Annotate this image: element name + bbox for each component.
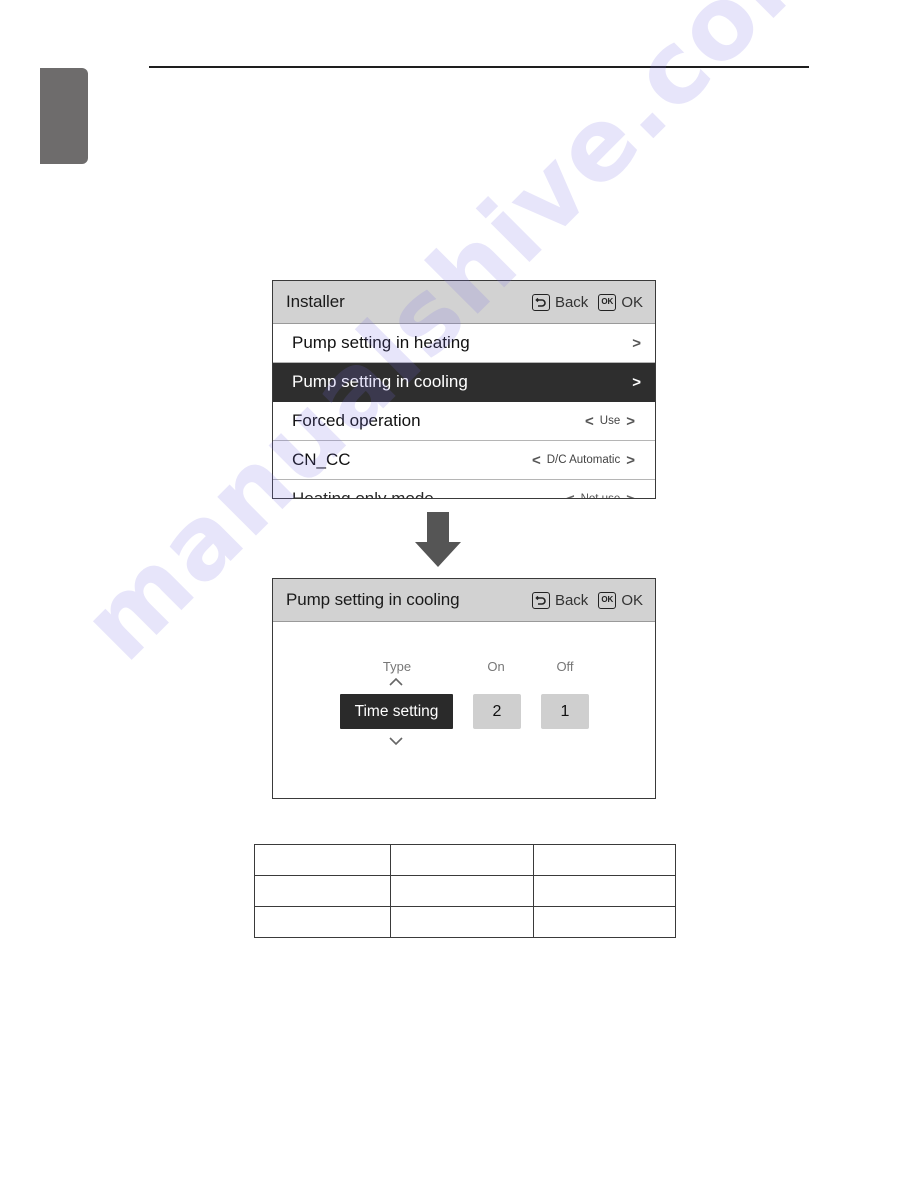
value-selector[interactable]: < Use > xyxy=(579,413,641,430)
chevron-left-icon[interactable]: < xyxy=(532,452,541,469)
table-row xyxy=(254,906,676,938)
table-cell xyxy=(254,844,391,876)
chevron-right-icon[interactable]: > xyxy=(626,413,635,430)
top-rule-divider xyxy=(149,66,809,68)
chevron-right-icon: > xyxy=(632,373,641,391)
caret-down-icon[interactable] xyxy=(388,736,404,746)
on-value-field[interactable]: 2 xyxy=(473,694,521,729)
table-cell xyxy=(533,875,676,907)
type-column-label: Type xyxy=(382,659,412,674)
menu-item-forced-operation[interactable]: Forced operation < Use > xyxy=(273,402,655,441)
type-selector[interactable]: Time setting xyxy=(340,694,453,729)
caret-up-icon[interactable] xyxy=(388,677,404,687)
chevron-right-icon[interactable]: > xyxy=(626,452,635,469)
back-icon xyxy=(531,591,550,609)
ok-label: OK xyxy=(621,591,643,609)
table-cell xyxy=(389,875,535,907)
menu-item-label: Pump setting in heating xyxy=(292,333,470,352)
value-selector[interactable]: < Not use > xyxy=(560,491,641,499)
chevron-right-icon[interactable]: > xyxy=(626,491,635,499)
menu-item-label: CN_CC xyxy=(292,450,351,469)
back-label: Back xyxy=(554,591,589,609)
installer-title: Installer xyxy=(286,292,345,311)
back-icon xyxy=(531,293,550,311)
ok-icon: OK xyxy=(598,293,617,311)
value-text: Use xyxy=(599,415,621,427)
table-row xyxy=(254,875,676,907)
installer-header: Installer Back OK OK xyxy=(273,281,655,324)
menu-item-pump-heating[interactable]: Pump setting in heating > xyxy=(273,324,655,363)
settings-table xyxy=(254,844,676,938)
ok-icon: OK xyxy=(598,591,617,609)
installer-screen: Installer Back OK OK Pump setting in hea… xyxy=(272,280,656,499)
table-row xyxy=(254,844,676,876)
table-cell xyxy=(254,906,391,938)
arrow-down-icon xyxy=(415,512,461,567)
table-cell xyxy=(254,875,391,907)
menu-item-label: Forced operation xyxy=(292,411,421,430)
chevron-left-icon[interactable]: < xyxy=(585,413,594,430)
ok-button[interactable]: OK OK xyxy=(598,591,643,609)
table-cell xyxy=(389,906,535,938)
pump-cooling-header: Pump setting in cooling Back OK OK xyxy=(273,579,655,622)
ok-button[interactable]: OK OK xyxy=(598,293,643,311)
back-button[interactable]: Back xyxy=(531,293,589,311)
value-text: D/C Automatic xyxy=(546,454,621,466)
chapter-side-tab xyxy=(40,68,88,164)
menu-item-label: Heating only mode xyxy=(292,489,434,499)
pump-cooling-screen: Pump setting in cooling Back OK OK Type … xyxy=(272,578,656,799)
off-column-label: Off xyxy=(556,659,574,674)
pump-cooling-body: Type On Off Time setting 2 1 xyxy=(273,622,655,798)
pump-cooling-title: Pump setting in cooling xyxy=(286,590,460,609)
value-text: Not use xyxy=(580,493,621,499)
menu-item-label: Pump setting in cooling xyxy=(292,372,468,391)
on-column-label: On xyxy=(487,659,505,674)
value-selector[interactable]: < D/C Automatic > xyxy=(526,452,641,469)
table-cell xyxy=(389,844,535,876)
back-label: Back xyxy=(554,293,589,311)
table-cell xyxy=(533,906,676,938)
off-value-field[interactable]: 1 xyxy=(541,694,589,729)
menu-item-pump-cooling[interactable]: Pump setting in cooling > xyxy=(273,363,655,402)
menu-item-cn-cc[interactable]: CN_CC < D/C Automatic > xyxy=(273,441,655,480)
chevron-right-icon: > xyxy=(632,334,641,352)
table-cell xyxy=(533,844,676,876)
back-button[interactable]: Back xyxy=(531,591,589,609)
ok-label: OK xyxy=(621,293,643,311)
chevron-left-icon[interactable]: < xyxy=(566,491,575,499)
menu-item-heating-only-mode[interactable]: Heating only mode < Not use > xyxy=(273,480,655,499)
